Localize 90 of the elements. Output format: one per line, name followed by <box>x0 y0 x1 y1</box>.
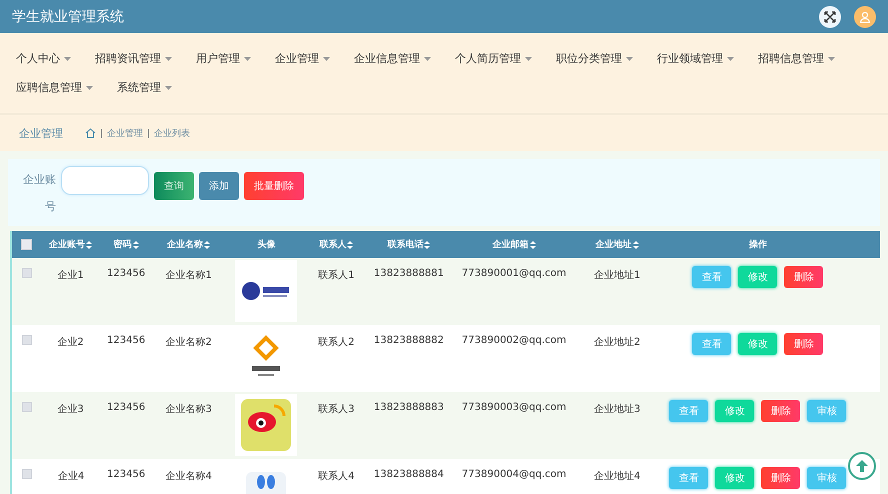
table-cell: 企业2 <box>57 337 84 348</box>
table-cell: 123456 <box>107 335 146 346</box>
fullscreen-icon[interactable] <box>819 6 841 28</box>
sort-icon <box>132 240 139 248</box>
delete-button[interactable]: 删除 <box>784 333 824 355</box>
select-all-checkbox[interactable] <box>21 239 32 250</box>
view-button[interactable]: 查看 <box>669 400 708 422</box>
delete-button[interactable]: 批量删除 <box>244 172 304 200</box>
caret-icon <box>244 56 251 60</box>
view-button[interactable]: 查看 <box>692 266 732 288</box>
sort-icon <box>530 240 536 248</box>
delete-button[interactable]: 删除 <box>784 266 824 288</box>
view-button[interactable]: 查看 <box>692 333 732 355</box>
logo-placeholder <box>235 260 298 322</box>
caret-icon <box>424 56 431 60</box>
table-cell: 13823888883 <box>374 402 444 413</box>
page-title: 企业管理 <box>19 126 63 140</box>
column-header: 头像 <box>257 238 276 251</box>
nav-menu-item[interactable]: 行业领域管理 <box>657 44 734 73</box>
sort-icon <box>424 240 430 248</box>
caret-icon <box>165 86 172 90</box>
row-checkbox[interactable] <box>22 402 32 412</box>
table-cell: 联系人3 <box>318 404 355 415</box>
table-cell: 123456 <box>107 469 146 480</box>
account-search-field[interactable] <box>61 166 149 195</box>
table-cell: 联系人4 <box>318 471 355 482</box>
caret-icon <box>828 56 835 60</box>
table-cell: 773890002@qq.com <box>462 335 566 346</box>
table-cell: 773890004@qq.com <box>462 469 566 480</box>
table-cell: 企业名称3 <box>165 404 212 415</box>
column-header[interactable]: 企业邮箱 <box>492 238 536 251</box>
table-cell: 773890003@qq.com <box>462 402 566 413</box>
table-cell: 13823888881 <box>374 268 444 279</box>
table-cell: 773890001@qq.com <box>462 268 566 279</box>
table-cell: 123456 <box>107 402 146 413</box>
search-label: 企业账号 <box>22 172 56 215</box>
review-button[interactable]: 审核 <box>807 467 846 489</box>
caret-icon <box>525 56 532 60</box>
breadcrumb-link[interactable]: 企业列表 <box>154 126 190 140</box>
nav-menu-item[interactable]: 应聘信息管理 <box>16 73 93 102</box>
nav-menu-item[interactable]: 系统管理 <box>117 73 172 102</box>
table-cell: 123456 <box>107 268 146 279</box>
caret-icon <box>64 56 71 60</box>
nav-menu-item[interactable]: 个人中心 <box>16 44 71 73</box>
table-cell: 企业4 <box>58 471 84 482</box>
sort-icon <box>347 240 354 248</box>
delete-button[interactable]: 删除 <box>761 467 800 489</box>
caret-icon <box>165 56 172 60</box>
add-button[interactable]: 添加 <box>199 172 239 200</box>
query-button[interactable]: 查询 <box>154 172 194 200</box>
sort-icon <box>86 240 92 248</box>
caret-icon <box>626 56 633 60</box>
table-cell: 企业3 <box>57 404 84 415</box>
sort-icon <box>204 240 210 248</box>
view-button[interactable]: 查看 <box>669 467 708 489</box>
table-cell: 13823888884 <box>374 469 444 480</box>
table-cell: 企业名称2 <box>165 337 212 348</box>
caret-icon <box>323 56 330 60</box>
nav-menu-item[interactable]: 招聘资讯管理 <box>95 44 172 73</box>
table-cell: 企业名称4 <box>165 471 212 482</box>
table-cell: 13823888882 <box>374 335 444 346</box>
column-header: 操作 <box>748 238 767 251</box>
table-cell: 联系人1 <box>318 270 355 281</box>
table-cell: 企业地址1 <box>594 270 640 281</box>
caret-icon <box>86 86 93 90</box>
logo-placeholder <box>235 394 298 456</box>
table-cell: 联系人2 <box>318 337 355 348</box>
nav-menu-item[interactable]: 个人简历管理 <box>455 44 532 73</box>
nav-menu-item[interactable]: 职位分类管理 <box>556 44 633 73</box>
delete-button[interactable]: 删除 <box>761 400 800 422</box>
row-checkbox[interactable] <box>22 469 32 479</box>
caret-icon <box>727 56 734 60</box>
table-cell: 企业名称1 <box>165 270 212 281</box>
review-button[interactable]: 审核 <box>807 400 846 422</box>
table-cell: 企业地址2 <box>594 337 640 348</box>
arrow-up-icon <box>855 459 869 473</box>
home-icon[interactable] <box>85 128 96 138</box>
table-cell: 企业1 <box>57 270 84 281</box>
user-avatar-icon[interactable] <box>854 6 876 28</box>
row-checkbox[interactable] <box>22 335 32 345</box>
sort-icon <box>632 240 639 248</box>
table-cell: 企业地址4 <box>594 471 640 482</box>
nav-menu-item[interactable]: 企业信息管理 <box>354 44 431 73</box>
nav-menu-item[interactable]: 招聘信息管理 <box>758 44 835 73</box>
nav-menu-item[interactable]: 用户管理 <box>196 44 251 73</box>
table-cell: 企业地址3 <box>594 404 640 415</box>
nav-menu-item[interactable]: 企业管理 <box>275 44 330 73</box>
app-title: 学生就业管理系统 <box>12 8 125 26</box>
row-checkbox[interactable] <box>22 268 32 278</box>
breadcrumb-link[interactable]: 企业管理 <box>107 126 143 140</box>
